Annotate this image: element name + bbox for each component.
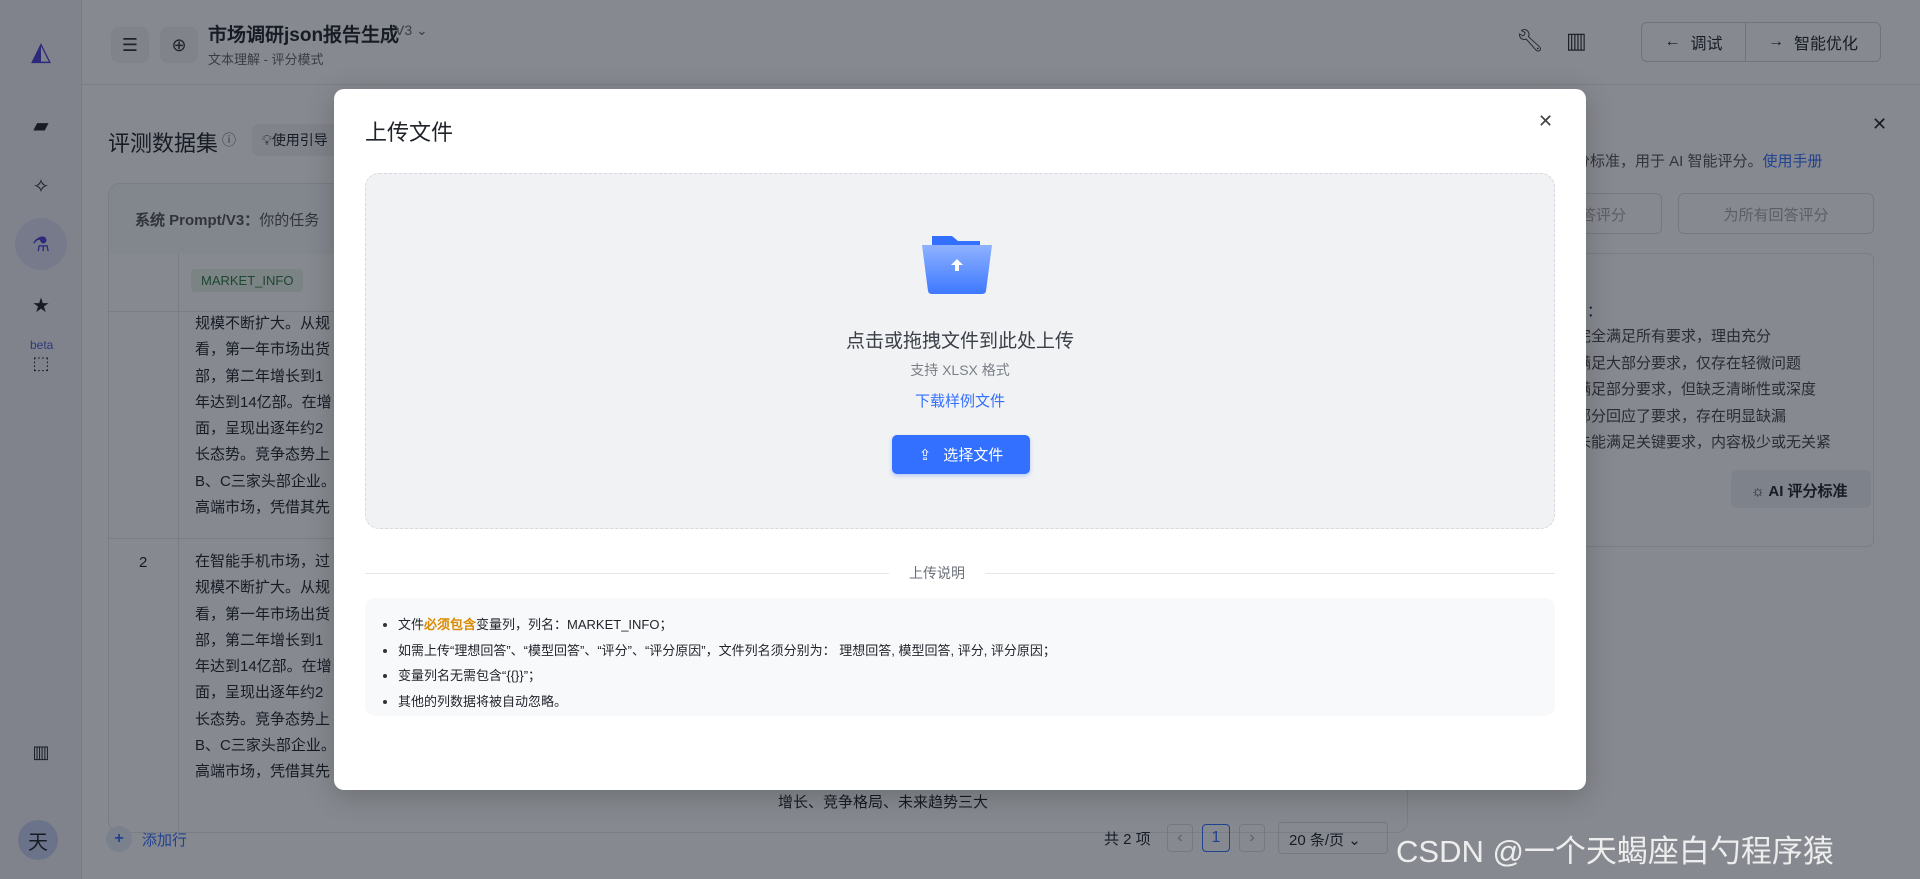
note1-pre: 文件 [398, 617, 425, 632]
modal-title: 上传文件 [365, 120, 454, 145]
note-item: 文件必须包含变量列，列名：MARKET_INFO； [379, 612, 1555, 638]
note1-highlight: 必须包含 [424, 617, 477, 632]
download-sample-link[interactable]: 下载样例文件 [366, 390, 1554, 411]
notes-title: 上传说明 [889, 563, 985, 583]
close-icon[interactable]: ✕ [1538, 111, 1553, 132]
note1-post: 变量列，列名：MARKET_INFO； [476, 617, 673, 632]
choose-file-label: 选择文件 [943, 447, 1004, 464]
upload-dropzone[interactable]: 点击或拖拽文件到此处上传 支持 XLSX 格式 下载样例文件 ⇪ 选择文件 [365, 173, 1555, 529]
upload-notes: 文件必须包含变量列，列名：MARKET_INFO； 如需上传“理想回答”、“模型… [365, 598, 1555, 716]
note-item: 如需上传“理想回答”、“模型回答”、“评分”、“评分原因”，文件列名须分别为： … [379, 638, 1555, 664]
watermark: CSDN @一个天蝎座白勺程序猿 [1396, 834, 1834, 869]
choose-file-button[interactable]: ⇪ 选择文件 [892, 435, 1030, 474]
upload-icon: ⇪ [918, 446, 932, 464]
format-hint: 支持 XLSX 格式 [910, 362, 1010, 378]
note-item: 其他的列数据将被自动忽略。 [379, 689, 1555, 715]
folder-upload-icon [922, 236, 992, 294]
upload-modal: 上传文件 ✕ 点击或拖拽文件到此处上传 支持 XLSX 格式 下载样例文件 ⇪ 选… [334, 89, 1586, 790]
note-item: 变量列名无需包含“{{}}”； [379, 663, 1555, 689]
drop-text: 点击或拖拽文件到此处上传 [845, 331, 1074, 352]
